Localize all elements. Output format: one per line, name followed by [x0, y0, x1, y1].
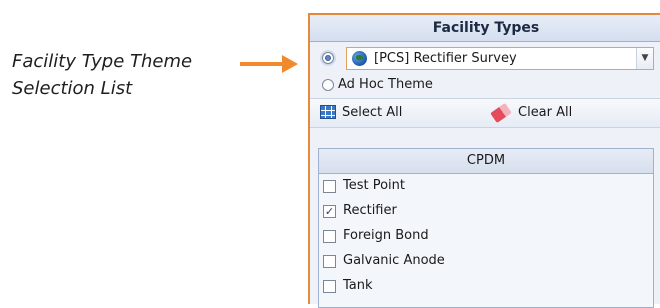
table-grid-icon	[320, 105, 336, 119]
select-all-label: Select All	[342, 105, 403, 120]
clear-all-button[interactable]: Clear All	[490, 99, 573, 127]
adhoc-label: Ad Hoc Theme	[338, 77, 433, 92]
callout-line-2: Selection List	[12, 78, 133, 99]
list-item[interactable]: ✓ Rectifier	[319, 199, 653, 224]
panel-title: Facility Types	[310, 15, 660, 42]
list-item-label: Rectifier	[343, 203, 397, 218]
adhoc-radio[interactable]	[322, 79, 334, 91]
checkbox[interactable]	[323, 230, 336, 243]
eraser-icon	[490, 102, 512, 124]
facility-types-panel: Facility Types [PCS] Rectifier Survey ▼ …	[308, 13, 660, 308]
theme-select[interactable]: [PCS] Rectifier Survey ▼	[346, 47, 654, 70]
theme-row: [PCS] Rectifier Survey ▼	[310, 42, 660, 74]
list-item[interactable]: Tank	[319, 274, 653, 299]
callout-arrow-icon	[240, 55, 298, 73]
globe-icon	[352, 51, 367, 66]
callout-label: Facility Type Theme Selection List	[12, 48, 232, 102]
theme-radio[interactable]	[322, 52, 334, 64]
callout-line-1: Facility Type Theme	[12, 51, 193, 72]
chevron-down-icon[interactable]: ▼	[636, 48, 653, 69]
cpdm-group: CPDM Test Point ✓ Rectifier Foreign Bond…	[318, 148, 654, 308]
adhoc-row[interactable]: Ad Hoc Theme	[310, 74, 660, 98]
group-title: CPDM	[319, 149, 653, 174]
checkbox[interactable]	[323, 280, 336, 293]
checkbox[interactable]	[323, 180, 336, 193]
list-item-label: Galvanic Anode	[343, 253, 445, 268]
checkbox[interactable]	[323, 255, 336, 268]
theme-select-value: [PCS] Rectifier Survey	[374, 51, 517, 66]
checkbox[interactable]: ✓	[323, 205, 336, 218]
list-item[interactable]: Galvanic Anode	[319, 249, 653, 274]
clear-all-label: Clear All	[518, 105, 573, 120]
list-item[interactable]: Test Point	[319, 174, 653, 199]
button-bar: Select All Clear All	[310, 98, 660, 128]
list-item[interactable]: Foreign Bond	[319, 224, 653, 249]
select-all-button[interactable]: Select All	[320, 99, 402, 127]
list-item-label: Foreign Bond	[343, 228, 429, 243]
list-item-label: Test Point	[343, 178, 406, 193]
list-item-label: Tank	[343, 278, 373, 293]
